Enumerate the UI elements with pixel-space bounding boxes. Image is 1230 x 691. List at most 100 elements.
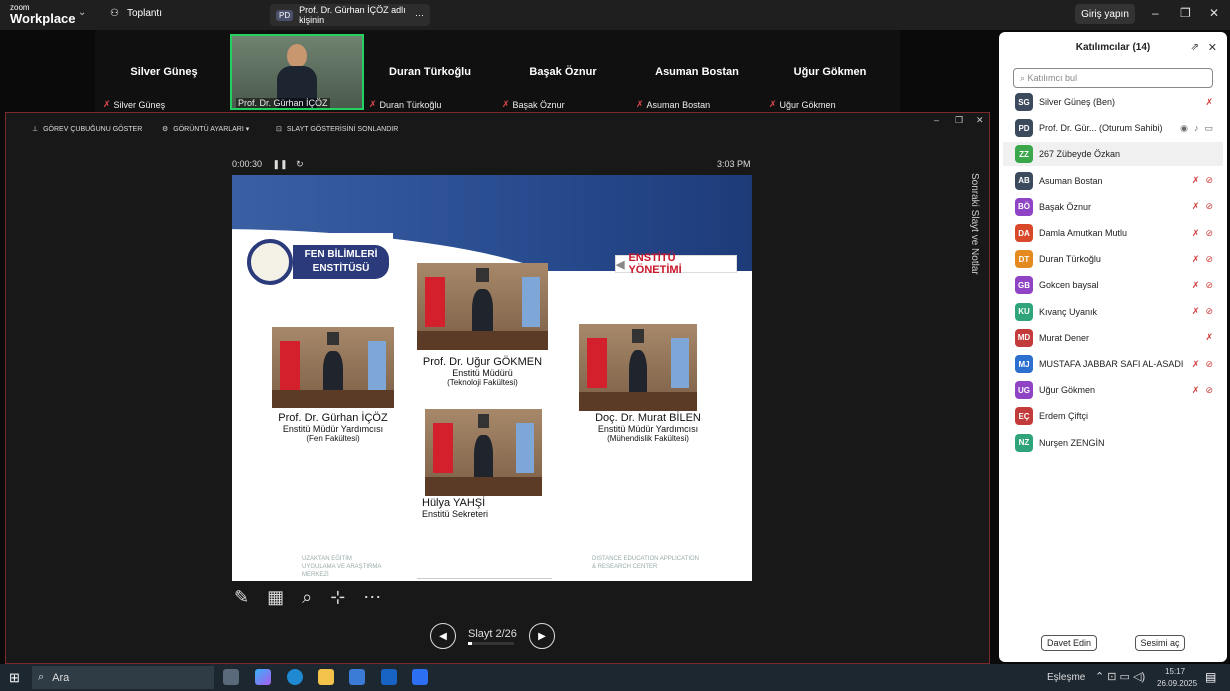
display-settings-button[interactable]: ⚙ GÖRÜNTÜ AYARLARI ▾	[162, 125, 249, 133]
taskbar-search-input[interactable]: ⌕ Ara	[32, 666, 214, 689]
video-icon: ▭	[1204, 122, 1213, 133]
avatar: BÖ	[1015, 197, 1033, 216]
participant-row[interactable]: UG Uğur Gökmen ✗ ⊘	[1003, 378, 1223, 402]
taskbar-time: 15:17	[1165, 667, 1186, 676]
video-tile[interactable]: Duran Türkoğlu ✗ Duran Türkoğlu	[365, 34, 495, 110]
participant-row[interactable]: BÖ Başak Öznur ✗ ⊘	[1003, 195, 1223, 219]
signin-button[interactable]: Giriş yapın	[1075, 4, 1135, 24]
pause-icon[interactable]: ❚❚	[273, 159, 288, 169]
notifications-icon[interactable]: ▤	[1205, 670, 1216, 684]
taskbar-icon: ⊥	[32, 126, 39, 133]
invite-button[interactable]: Davet Edin	[1041, 635, 1097, 651]
building-logo-icon	[417, 551, 552, 579]
participant-row[interactable]: GB Gokcen baysal ✗ ⊘	[1003, 273, 1223, 297]
close-icon[interactable]: ✕	[1209, 6, 1219, 20]
outlook-icon[interactable]	[381, 669, 397, 685]
video-off-icon: ⊘	[1205, 384, 1213, 395]
mic-off-icon: ✗	[1205, 96, 1213, 107]
participant-row[interactable]: NZ Nurşen ZENGİN	[1003, 431, 1223, 455]
participant-name: Kıvanç Uyanık	[1039, 306, 1098, 317]
task-view-icon[interactable]	[223, 669, 239, 685]
show-taskbar-button[interactable]: ⊥ GÖREV ÇUBUĞUNU GÖSTER	[32, 125, 143, 134]
participant-row[interactable]: DA Damla Amutkan Mutlu ✗ ⊘	[1003, 221, 1223, 245]
participant-name: Asuman Bostan	[1039, 175, 1103, 186]
video-tile[interactable]: Asuman Bostan ✗ Asuman Bostan	[632, 34, 762, 110]
slideshow-icon: ⊡	[276, 126, 282, 133]
participant-row[interactable]: DT Duran Türkoğlu ✗ ⊘	[1003, 247, 1223, 271]
mic-off-icon: ✗	[1191, 201, 1200, 212]
participant-row[interactable]: EÇ Erdem Çiftçi	[1003, 404, 1223, 428]
participant-row[interactable]: ZZ 267 Zübeyde Özkan	[1003, 142, 1223, 167]
participants-panel: Katılımcılar (14) ⇗ ✕ ⌕ Katılımcı bul SG…	[999, 32, 1227, 662]
participant-name: Damla Amutkan Mutlu	[1039, 228, 1128, 238]
pointer-icon[interactable]: ⊹	[330, 587, 345, 608]
participant-row[interactable]: MJ MUSTAFA JABBAR SAFI AL-ASADI ✗ ⊘	[1003, 352, 1223, 376]
active-video-tile[interactable]: Prof. Dr. Gürhan İÇÖZ	[230, 34, 364, 110]
slide: FEN BİLİMLERİ ENSTİTÜSÜ ◀ ENSTİTÜ YÖNETİMİ…	[232, 175, 752, 581]
button-label: SLAYT GÖSTERİSİNİ SONLANDIR	[286, 125, 399, 133]
participant-status-icons: ✗ ⊘	[1192, 385, 1213, 396]
participant-status-icons: ◉ ♪ ▭	[1180, 123, 1213, 134]
video-tile[interactable]: Uğur Gökmen ✗ Uğur Gökmen	[765, 34, 895, 110]
slide-footer: UZAKTAN EĞİTİM UYGULAMA VE ARAŞTIRMA MER…	[232, 551, 752, 581]
restore-icon[interactable]: ❐	[955, 115, 963, 126]
windows-start-icon[interactable]: ⊞	[9, 670, 20, 686]
participant-name: Silver Güneş (Ben)	[1039, 97, 1116, 107]
participant-row[interactable]: SG Silver Güneş (Ben) ✗	[1003, 90, 1223, 114]
participant-row[interactable]: MD Murat Dener ✗	[1003, 326, 1223, 350]
end-slideshow-button[interactable]: ⊡ SLAYT GÖSTERİSİNİ SONLANDIR	[276, 125, 399, 134]
file-explorer-icon[interactable]	[318, 669, 334, 685]
zoom-taskbar-icon[interactable]	[412, 669, 428, 685]
participant-name: Prof. Dr. Gür... (Oturum Sahibi)	[1039, 123, 1163, 134]
copilot-icon[interactable]	[255, 669, 271, 685]
caption-deputy-1: Prof. Dr. Gürhan İÇÖZ Enstitü Müdür Yardı…	[278, 412, 388, 443]
avatar: EÇ	[1015, 407, 1033, 426]
mic-off-icon: ✗	[1205, 332, 1213, 343]
video-off-icon: ⊘	[1205, 358, 1213, 369]
participant-status-icons: ✗ ⊘	[1192, 254, 1213, 265]
share-tab[interactable]: PD Prof. Dr. Gürhan İÇÖZ adlı kişinin ⋯	[270, 4, 430, 26]
meeting-tab[interactable]: ⚇ Toplantı	[110, 8, 162, 19]
mic-off-icon: ✗	[636, 99, 644, 109]
restart-icon[interactable]: ↻	[296, 159, 304, 169]
participant-row[interactable]: PD Prof. Dr. Gür... (Oturum Sahibi) ◉ ♪ ▭	[1003, 116, 1223, 140]
minimize-icon[interactable]: –	[1152, 6, 1159, 20]
slides-grid-icon[interactable]: ▦	[267, 587, 284, 608]
more-options-icon[interactable]: ⋯	[363, 587, 381, 608]
close-icon[interactable]: ✕	[976, 115, 984, 126]
mic-off-icon: ✗	[1191, 175, 1200, 186]
tray-icons[interactable]: ⌃ ⊡ ▭ ◁)	[1095, 670, 1145, 683]
participant-row[interactable]: AB Asuman Bostan ✗ ⊘	[1003, 169, 1223, 193]
photo-director	[417, 263, 548, 350]
restore-icon[interactable]: ❐	[1180, 6, 1191, 20]
participant-search-input[interactable]: ⌕ Katılımcı bul	[1013, 68, 1213, 88]
zoom-icon[interactable]: ⌕	[302, 587, 312, 608]
video-tile[interactable]: Silver Güneş ✗ Silver Güneş	[99, 34, 229, 110]
popout-icon[interactable]: ⇗	[1191, 42, 1199, 53]
previous-slide-button[interactable]: ◀	[430, 623, 456, 649]
people-icon: ⚇	[110, 8, 119, 19]
unmute-button[interactable]: Sesimi aç	[1135, 635, 1185, 651]
logo-line-2: ENSTİTÜSÜ	[312, 263, 370, 274]
more-icon[interactable]: ⋯	[415, 10, 424, 21]
next-slide-notes-toggle[interactable]: Sonraki Slayt ve Notlar	[969, 173, 980, 275]
button-label: GÖREV ÇUBUĞUNU GÖSTER	[43, 125, 143, 133]
minimize-icon[interactable]: –	[934, 115, 939, 125]
avatar: MJ	[1015, 355, 1033, 373]
close-icon[interactable]: ✕	[1208, 41, 1217, 54]
video-tile[interactable]: Başak Öznur ✗ Başak Öznur	[498, 34, 628, 110]
photo-secretary	[425, 409, 542, 496]
avatar: MD	[1015, 328, 1033, 347]
chevron-down-icon[interactable]: ⌄	[78, 7, 86, 18]
participant-row[interactable]: KU Kıvanç Uyanık ✗ ⊘	[1003, 300, 1223, 324]
search-icon: ⌕	[38, 671, 45, 683]
pen-icon[interactable]: ✎	[234, 587, 249, 608]
share-tab-label: Prof. Dr. Gürhan İÇÖZ adlı kişinin	[299, 5, 406, 25]
participant-status-icons: ✗ ⊘	[1192, 201, 1213, 212]
next-slide-button[interactable]: ▶	[528, 623, 555, 649]
video-off-icon: ⊘	[1205, 175, 1213, 186]
participant-status-icons: ✗	[1205, 332, 1213, 343]
store-icon[interactable]	[349, 669, 365, 685]
avatar: AB	[1015, 171, 1033, 190]
edge-icon[interactable]	[287, 669, 303, 685]
